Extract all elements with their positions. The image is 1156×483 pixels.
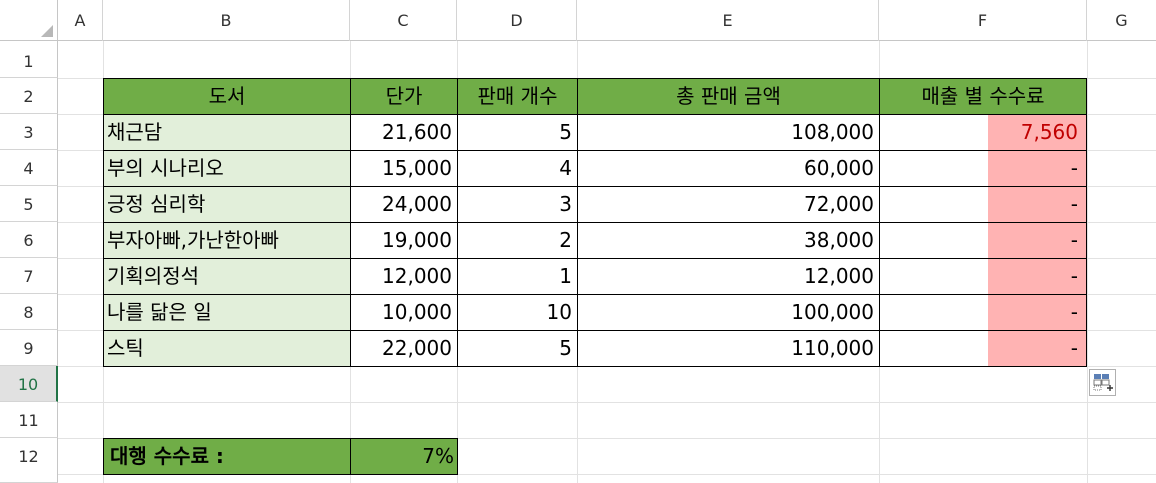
row-header-11[interactable]: 11	[0, 402, 58, 438]
row-header-12[interactable]: 12	[0, 438, 58, 483]
qty-cell[interactable]: 5	[457, 114, 578, 151]
column-header-e[interactable]: E	[577, 0, 879, 41]
book-cell[interactable]: 긍정 심리학	[103, 186, 351, 223]
fee-cell-blank	[879, 186, 989, 223]
book-cell[interactable]: 부의 시나리오	[103, 150, 351, 187]
header-cell-qty[interactable]: 판매 개수	[457, 78, 578, 115]
row-header-6[interactable]: 6	[0, 222, 58, 258]
row-header-4[interactable]: 4	[0, 150, 58, 186]
row-header-10[interactable]: 10	[0, 366, 58, 402]
book-cell[interactable]: 스틱	[103, 330, 351, 367]
fee-cell[interactable]: 7,560	[988, 114, 1087, 151]
row-header-2[interactable]: 2	[0, 78, 58, 114]
column-header-bar: A B C D E F G	[0, 0, 1156, 41]
total-cell[interactable]: 110,000	[577, 330, 880, 367]
row-header-3[interactable]: 3	[0, 114, 58, 150]
header-cell-total[interactable]: 총 판매 금액	[577, 78, 880, 115]
book-cell[interactable]: 채근담	[103, 114, 351, 151]
price-cell[interactable]: 19,000	[350, 222, 458, 259]
price-cell[interactable]: 10,000	[350, 294, 458, 331]
quick-analysis-icon	[1093, 374, 1113, 391]
qty-cell[interactable]: 3	[457, 186, 578, 223]
total-cell[interactable]: 72,000	[577, 186, 880, 223]
fee-cell-blank	[879, 258, 989, 295]
column-header-g[interactable]: G	[1087, 0, 1156, 41]
fee-cell[interactable]: -	[988, 258, 1087, 295]
row-header-1[interactable]: 1	[0, 41, 58, 78]
qty-cell[interactable]: 1	[457, 258, 578, 295]
fee-cell[interactable]: -	[988, 294, 1087, 331]
fee-cell[interactable]: -	[988, 186, 1087, 223]
fee-cell[interactable]: -	[988, 330, 1087, 367]
agency-fee-rate[interactable]: 7%	[350, 438, 458, 475]
column-header-b[interactable]: B	[103, 0, 350, 41]
price-cell[interactable]: 12,000	[350, 258, 458, 295]
column-header-f[interactable]: F	[879, 0, 1087, 41]
qty-cell[interactable]: 4	[457, 150, 578, 187]
fee-cell-blank	[879, 294, 989, 331]
fee-cell[interactable]: -	[988, 150, 1087, 187]
book-cell[interactable]: 부자아빠,가난한아빠	[103, 222, 351, 259]
quick-analysis-button[interactable]	[1089, 369, 1116, 396]
total-cell[interactable]: 60,000	[577, 150, 880, 187]
price-cell[interactable]: 24,000	[350, 186, 458, 223]
row-header-8[interactable]: 8	[0, 294, 58, 330]
header-cell-book[interactable]: 도서	[103, 78, 351, 115]
total-cell[interactable]: 38,000	[577, 222, 880, 259]
book-cell[interactable]: 나를 닮은 일	[103, 294, 351, 331]
total-cell[interactable]: 100,000	[577, 294, 880, 331]
qty-cell[interactable]: 5	[457, 330, 578, 367]
total-cell[interactable]: 12,000	[577, 258, 880, 295]
price-cell[interactable]: 21,600	[350, 114, 458, 151]
fee-cell-blank	[879, 150, 989, 187]
qty-cell[interactable]: 2	[457, 222, 578, 259]
price-cell[interactable]: 15,000	[350, 150, 458, 187]
fee-cell-blank	[879, 222, 989, 259]
book-cell[interactable]: 기획의정석	[103, 258, 351, 295]
price-cell[interactable]: 22,000	[350, 330, 458, 367]
row-header-5[interactable]: 5	[0, 186, 58, 222]
agency-fee-label[interactable]: 대행 수수료 :	[103, 438, 351, 475]
header-cell-price[interactable]: 단가	[350, 78, 458, 115]
fee-cell-blank	[879, 114, 989, 151]
column-header-c[interactable]: C	[350, 0, 457, 41]
select-all-corner[interactable]	[0, 0, 58, 41]
fee-cell[interactable]: -	[988, 222, 1087, 259]
row-header-9[interactable]: 9	[0, 330, 58, 366]
column-header-a[interactable]: A	[58, 0, 103, 41]
fee-cell-blank	[879, 330, 989, 367]
column-header-d[interactable]: D	[457, 0, 577, 41]
header-cell-fee[interactable]: 매출 별 수수료	[879, 78, 1087, 115]
row-header-7[interactable]: 7	[0, 258, 58, 294]
qty-cell[interactable]: 10	[457, 294, 578, 331]
total-cell[interactable]: 108,000	[577, 114, 880, 151]
